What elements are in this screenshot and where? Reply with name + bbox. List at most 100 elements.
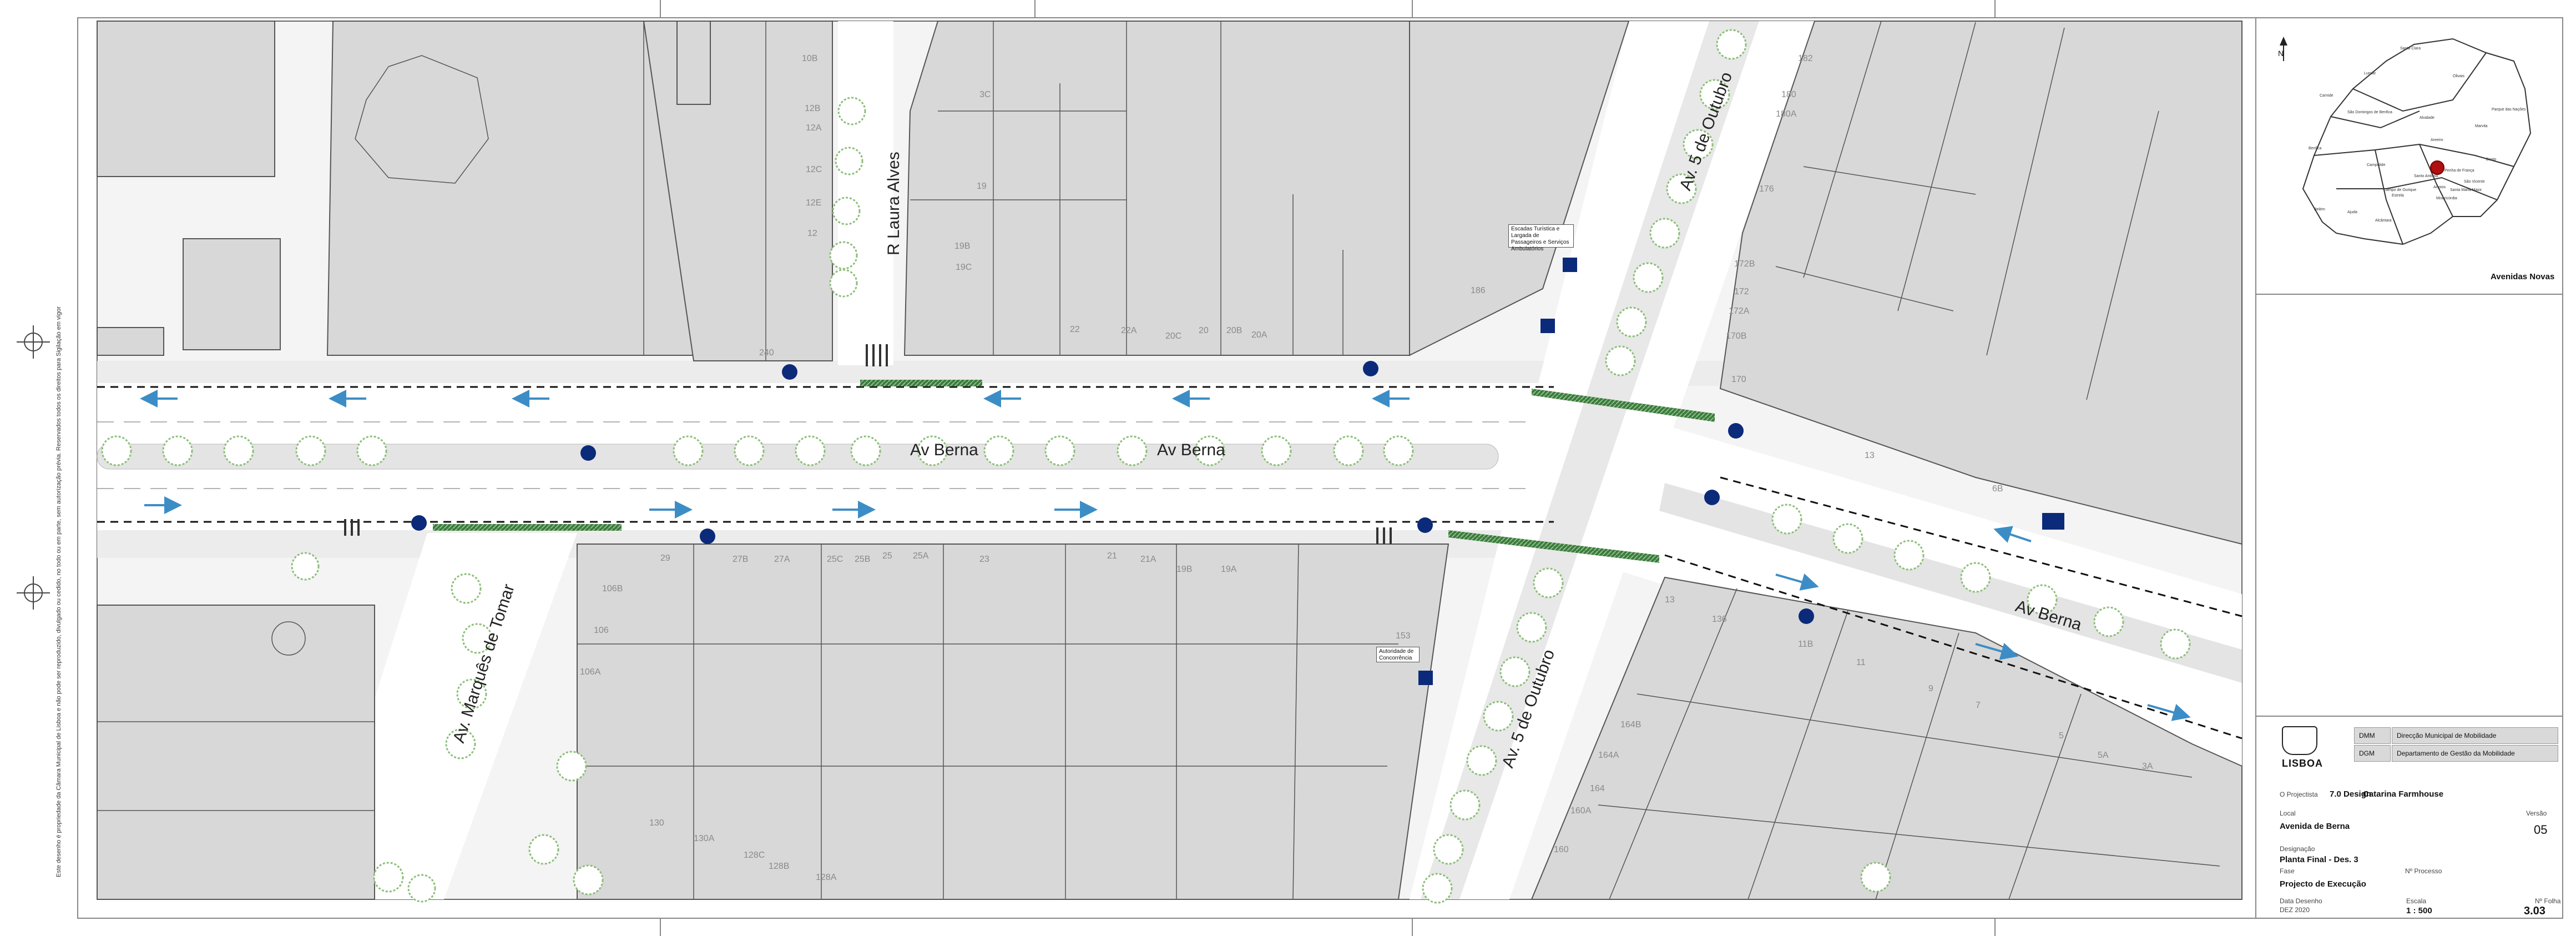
annotation-box-south: Autoridade de Concorrência [1376, 647, 1420, 662]
parish-label: Carnide [2320, 94, 2333, 98]
building-number: 12 [807, 229, 817, 238]
building-number: 160 [1554, 845, 1569, 854]
street-plan-map: Av Berna Av Berna Av Berna R Laura Alves… [17, 0, 2563, 936]
parish-label: Santo António [2414, 174, 2438, 178]
parish-label: Campolide [2367, 163, 2386, 167]
building-number: 153 [1396, 631, 1411, 641]
building-number: 10B [802, 54, 817, 63]
parish-label: Marvila [2475, 124, 2488, 128]
escala-value: 1 : 500 [2406, 906, 2432, 915]
parish-label: Belém [2314, 208, 2325, 212]
parish-label: Ajuda [2347, 210, 2357, 214]
sign-icon [1363, 361, 1378, 376]
building-number: 160A [1570, 806, 1592, 816]
parish-label: Estrela [2392, 194, 2404, 198]
dept-code-2: DGM [2354, 745, 2391, 762]
parish-label: Areeiro [2431, 138, 2443, 142]
street-label-r-laura-alves: R Laura Alves [885, 152, 903, 255]
building-number: 172A [1729, 306, 1750, 316]
sign-icon [580, 445, 596, 461]
building-number: 182 [1798, 54, 1813, 63]
parish-label: Santa Clara [2400, 47, 2421, 51]
building-number: 136 [1712, 615, 1727, 624]
sign-icon [782, 364, 797, 380]
building-number: 20A [1251, 330, 1267, 340]
dept-code-1: DMM [2354, 727, 2391, 744]
building-number: 19C [956, 263, 972, 272]
building-number: 21 [1107, 551, 1117, 561]
building-number: 5A [2098, 751, 2109, 760]
building-number: 3C [979, 90, 991, 99]
fase-label: Fase [2280, 867, 2295, 875]
building-number: 19B [1176, 565, 1192, 574]
building-number: 11B [1798, 640, 1813, 649]
building-number: 106B [602, 584, 623, 593]
street-label-av-berna-west: Av Berna [910, 441, 978, 459]
escala-label: Escala [2406, 897, 2427, 905]
building-number: 186 [1471, 286, 1486, 295]
sign-icon [700, 529, 715, 544]
locator-map [2302, 38, 2532, 245]
building-number: 170 [1731, 375, 1746, 384]
registration-mark [17, 325, 50, 610]
sign-icon [1704, 490, 1720, 505]
projetista-name: Catarina Farmhouse [2363, 789, 2444, 799]
building-number: 3A [2142, 762, 2153, 771]
building-number: 172B [1734, 259, 1755, 269]
building-number: 20B [1226, 326, 1242, 335]
fase-value: Projecto de Execução [2280, 879, 2366, 889]
parish-label: Alvalade [2420, 116, 2434, 120]
building-number: 130A [694, 834, 715, 843]
parish-label: Lumiar [2364, 72, 2376, 76]
building-number: 12E [806, 198, 821, 208]
parish-label: Misericórdia [2436, 197, 2457, 200]
building-number: 128B [769, 862, 789, 871]
building-number: 29 [660, 553, 670, 563]
parish-label: Olivais [2453, 74, 2465, 78]
parish-label: Parque das Nações [2492, 108, 2526, 112]
building-number: 25A [913, 551, 929, 561]
building-number: 170B [1726, 331, 1746, 341]
street-label-av-berna-center: Av Berna [1157, 441, 1225, 459]
building-number: 128A [816, 873, 837, 882]
building-number: 5 [2059, 731, 2064, 741]
building-number: 25 [882, 551, 892, 561]
designacao-label: Designação [2280, 845, 2315, 853]
dept-name-1: Direcção Municipal de Mobilidade [2392, 727, 2558, 744]
data-value: DEZ 2020 [2280, 906, 2310, 914]
building-number: 172 [1734, 287, 1749, 296]
building-number: 19 [977, 182, 987, 191]
processo-label: Nº Processo [2405, 867, 2442, 875]
folha-label: Nº Folha [2535, 897, 2561, 905]
sign-icon [1728, 423, 1744, 439]
building-number: 180 [1781, 90, 1796, 99]
building-number: 11 [1856, 658, 1866, 667]
north-label: N [2278, 49, 2284, 58]
building-number: 6B [1992, 484, 2003, 494]
building-number: 9 [1928, 684, 1933, 693]
map-viewport: Av Berna Av Berna Av Berna R Laura Alves… [97, 21, 2242, 904]
local-label: Local [2280, 809, 2296, 817]
version-value: 05 [2534, 823, 2548, 837]
drawing-sheet: Av Berna Av Berna Av Berna R Laura Alves… [0, 0, 2576, 936]
projetista-label: O Projectista [2280, 791, 2318, 798]
building-number: 106 [594, 626, 609, 635]
building-number: 23 [979, 555, 989, 564]
dept-name-2: Departamento de Gestão da Mobilidade [2392, 745, 2558, 762]
folha-value: 3.03 [2524, 905, 2545, 917]
building-number: 21A [1140, 555, 1156, 564]
parish-label: Alcântara [2375, 219, 2392, 223]
building-number: 128C [744, 851, 765, 860]
parish-label: Santa Maria Maior [2450, 188, 2482, 192]
parish-label: Arroios [2433, 185, 2446, 189]
building-number: 22A [1121, 326, 1137, 335]
info-panel [2255, 18, 2563, 918]
building-number: 164 [1590, 784, 1605, 793]
building-number: 164A [1598, 751, 1619, 760]
sign-icon [2042, 513, 2064, 530]
parish-label: São Vicente [2464, 180, 2485, 184]
building-number: 130 [649, 818, 664, 828]
parish-label: Campo de Ourique [2383, 188, 2417, 192]
building-number: 164B [1620, 720, 1641, 729]
parish-label: Benfica [2309, 147, 2322, 150]
